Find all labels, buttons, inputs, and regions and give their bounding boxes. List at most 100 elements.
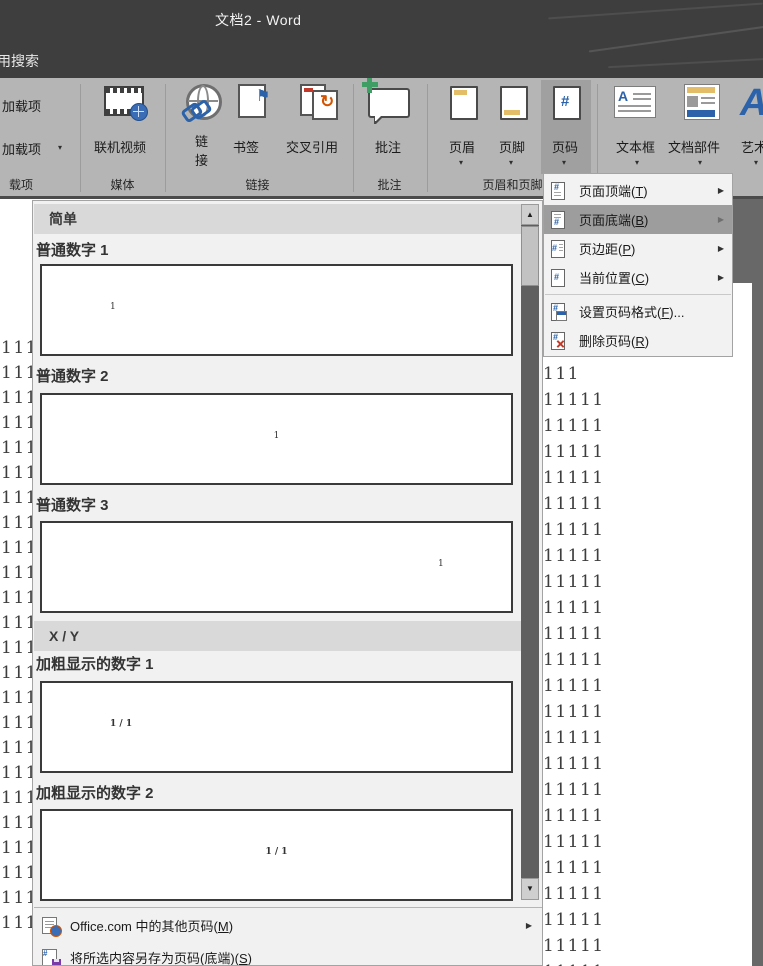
word-application-window: 1111111111111111111111111111111111111111… (0, 0, 763, 966)
link-label-line1: 链 (195, 131, 208, 150)
current-position-icon: # (550, 269, 566, 286)
bookmark-label: 书签 (233, 137, 259, 156)
group-separator (80, 84, 81, 192)
page-number-label: 页码 (552, 137, 578, 156)
document-text-line: 11111 (543, 855, 752, 881)
document-text-line: 11111 (543, 387, 752, 413)
document-text-line: 11111 (543, 933, 752, 959)
document-scrollbar-track[interactable] (752, 283, 763, 966)
document-text-line: 11111 (543, 959, 752, 966)
group-label-comments: 批注 (362, 176, 417, 193)
document-text-line: 11111 (543, 621, 752, 647)
format-page-number-icon: # (550, 303, 566, 320)
gallery-item-preview: 1 / 1 (40, 681, 513, 773)
page-number-gallery: 简单 普通数字 1 1 普通数字 2 1 普通数字 3 1 X / Y 加粗显示… (32, 200, 543, 966)
window-title: 文档2 - Word (215, 10, 301, 30)
document-text-line: 11111 (543, 725, 752, 751)
addins-button[interactable]: 加载项 (2, 96, 41, 115)
document-text-line: 11111 (543, 673, 752, 699)
document-text-line: 11111 (543, 595, 752, 621)
scroll-down-button[interactable]: ▼ (521, 878, 539, 900)
gallery-section-header: 简单 (34, 204, 521, 234)
gallery-item-preview: 1 / 1 (40, 809, 513, 901)
addins-dropdown-button[interactable]: 加载项 (2, 139, 41, 158)
decorative-line (548, 3, 763, 20)
gallery-item-preview: 1 (40, 521, 513, 613)
gallery-section-header: X / Y (34, 621, 521, 651)
gallery-item-label: 普通数字 2 (36, 365, 109, 386)
group-label-links: 链接 (230, 176, 285, 193)
document-text-line: 11111 (543, 699, 752, 725)
menu-item-current-position[interactable]: # 当前位置(C) ▶ (544, 263, 732, 292)
scroll-up-button[interactable]: ▲ (521, 204, 539, 225)
online-video-icon (104, 86, 144, 116)
page-margins-icon: # (550, 240, 566, 257)
footer-item-label: Office.com 中的其他页码(M) (70, 916, 233, 935)
menu-item-page-margins[interactable]: # 页边距(P) ▶ (544, 234, 732, 263)
footer-item-label: 将所选内容另存为页码(底端)(S) (70, 948, 252, 966)
remove-page-number-icon: # (550, 332, 566, 349)
scrollbar-thumb[interactable] (521, 226, 539, 286)
page-number-marker: 1 (438, 559, 444, 569)
office-com-gallery-icon (42, 917, 60, 935)
document-text-line: 11111 (543, 907, 752, 933)
submenu-arrow-icon: ▶ (718, 186, 724, 195)
menu-item-remove-page-numbers[interactable]: # 删除页码(R) (544, 326, 732, 355)
menu-item-page-top[interactable]: # 页面顶端(T) ▶ (544, 176, 732, 205)
submenu-arrow-icon: ▶ (718, 215, 724, 224)
quick-parts-icon (684, 84, 720, 120)
page-number-menu: # 页面顶端(T) ▶ # 页面底端(B) ▶ # (543, 173, 733, 357)
text-box-label: 文本框 (616, 137, 655, 156)
chevron-down-icon: ▾ (754, 158, 758, 167)
cross-reference-label: 交叉引用 (286, 137, 338, 156)
chevron-down-icon: ▾ (459, 158, 463, 167)
gallery-footer-separator (34, 907, 542, 908)
chevron-down-icon: ▾ (509, 158, 513, 167)
submenu-arrow-icon: ▶ (526, 921, 532, 930)
save-selection-as-page-number[interactable]: # 将所选内容另存为页码(底端)(S) (34, 942, 542, 966)
group-separator (165, 84, 166, 192)
menu-item-label: 页边距(P) (579, 239, 635, 258)
more-page-numbers-office-com[interactable]: Office.com 中的其他页码(M) ▶ (34, 910, 542, 941)
quick-parts-label: 文档部件 (668, 137, 720, 156)
menu-item-page-bottom[interactable]: # 页面底端(B) ▶ (544, 205, 732, 234)
comment-label: 批注 (375, 137, 401, 156)
page-number-marker: 1 / 1 (265, 847, 287, 857)
page-bottom-icon: # (550, 211, 566, 228)
gallery-item-label: 普通数字 3 (36, 494, 109, 515)
menu-separator (545, 294, 731, 295)
submenu-arrow-icon: ▶ (718, 273, 724, 282)
circular-arrow-icon: ↻ (320, 92, 334, 112)
header-icon (450, 86, 478, 120)
group-separator (353, 84, 354, 192)
group-separator (427, 84, 428, 192)
menu-item-format-page-numbers[interactable]: # 设置页码格式(F)... (544, 297, 732, 326)
header-label: 页眉 (449, 137, 475, 156)
chevron-down-icon: ▾ (58, 143, 62, 152)
submenu-arrow-icon: ▶ (718, 244, 724, 253)
page-number-icon: # (553, 86, 581, 120)
text-box-icon: A (614, 86, 656, 118)
page-top-icon: # (550, 182, 566, 199)
document-text-line: 11111 (543, 543, 752, 569)
footer-label: 页脚 (499, 137, 525, 156)
menu-item-label: 页面顶端(T) (579, 181, 648, 200)
document-text-line: 111 (543, 361, 752, 387)
tell-me-search-label[interactable]: 用搜索 (0, 51, 39, 71)
document-text-line: 11111 (543, 439, 752, 465)
online-video-label: 联机视频 (94, 137, 146, 156)
document-text-line: 11111 (543, 517, 752, 543)
title-bar: 文档2 - Word 用搜索 (0, 0, 763, 78)
gallery-item-label: 普通数字 1 (36, 239, 109, 260)
menu-item-label: 当前位置(C) (579, 268, 649, 287)
page-number-marker: 1 (274, 431, 280, 441)
group-label-addins: 载项 (0, 176, 42, 193)
document-text-line: 11111 (543, 491, 752, 517)
chevron-down-icon: ▾ (698, 158, 702, 167)
save-selection-icon: # (42, 949, 60, 966)
document-text-line: 11111 (543, 413, 752, 439)
document-text-line: 11111 (543, 881, 752, 907)
footer-icon (500, 86, 528, 120)
red-minus-icon (304, 88, 313, 92)
gallery-scrollbar[interactable]: ▲ ▼ (521, 204, 539, 900)
